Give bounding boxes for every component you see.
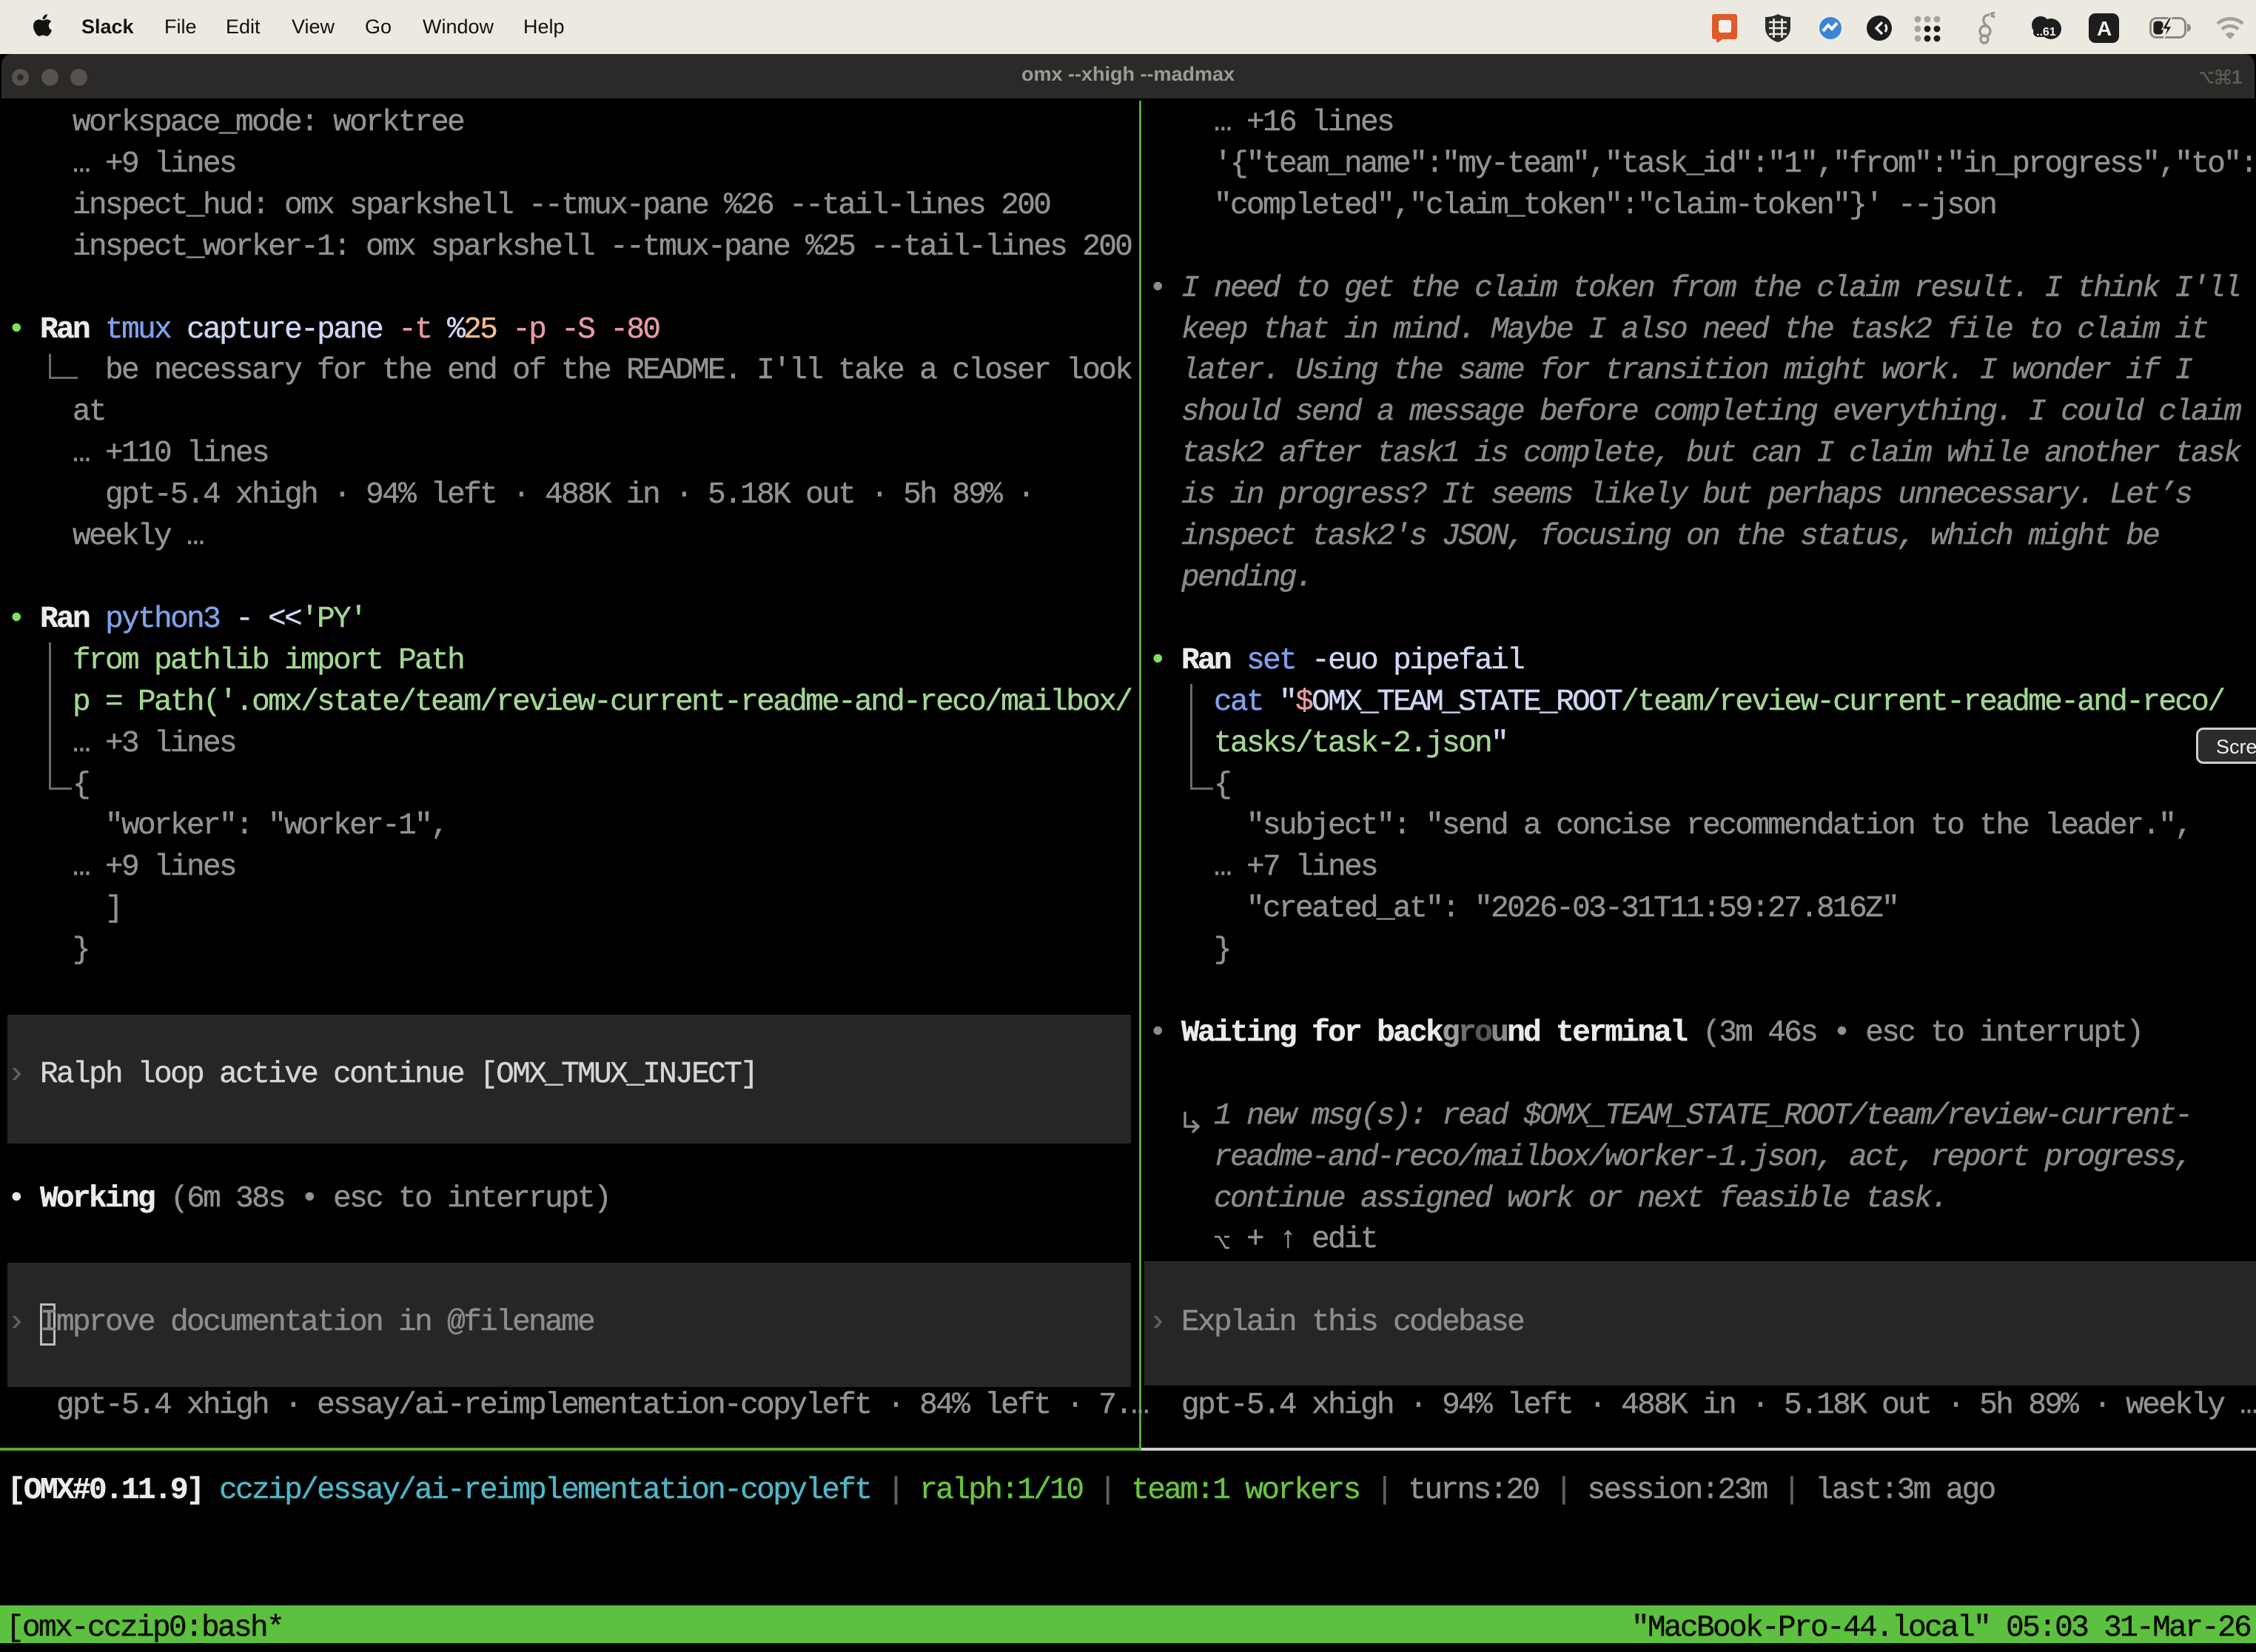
- svg-text:A: A: [2097, 17, 2112, 40]
- svg-text:..61: ..61: [2036, 26, 2056, 38]
